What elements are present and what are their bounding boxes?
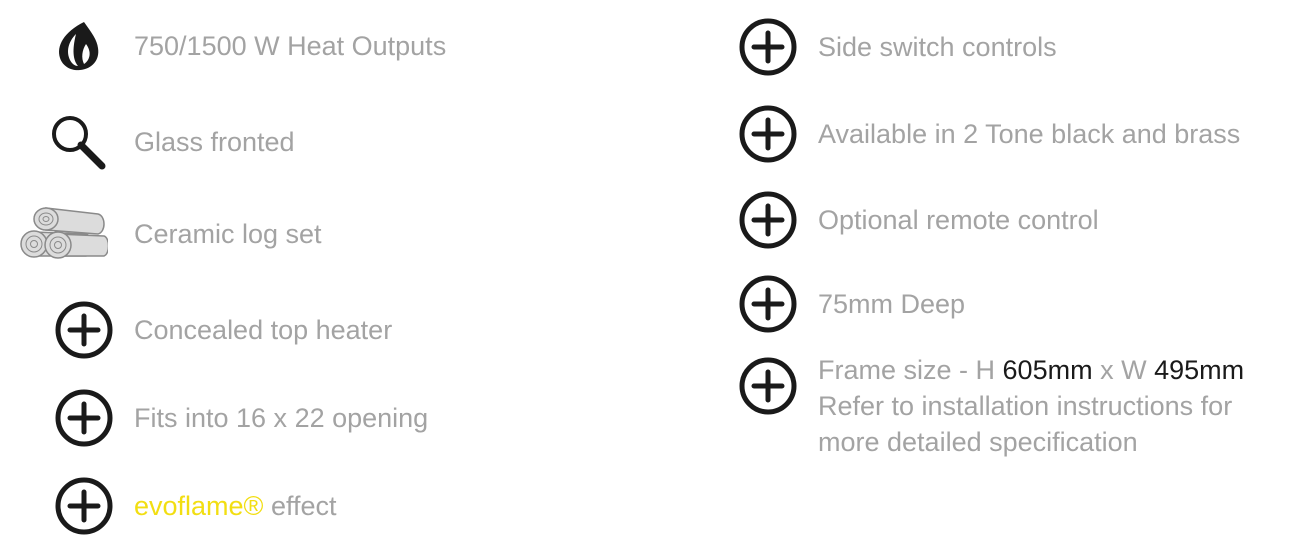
feature-label-rest: effect xyxy=(263,491,337,521)
feature-side-switch: Side switch controls xyxy=(736,15,1057,79)
feature-frame-size: Frame size - H 605mm x W 495mm Refer to … xyxy=(736,352,1244,460)
feature-label: evoflame® effect xyxy=(134,489,337,523)
installation-note-line: more detailed specification xyxy=(818,427,1138,457)
feature-label: Glass fronted xyxy=(134,127,295,157)
feature-depth: 75mm Deep xyxy=(736,272,965,336)
plus-circle-icon xyxy=(52,386,116,450)
feature-label: 75mm Deep xyxy=(818,289,966,319)
frame-height-value: 605mm xyxy=(1002,355,1093,385)
feature-concealed-heater: Concealed top heater xyxy=(52,298,392,362)
frame-size-text: Frame size - H 605mm x W 495mm Refer to … xyxy=(818,352,1244,460)
feature-label: Available in 2 Tone black and brass xyxy=(818,119,1241,149)
flame-icon xyxy=(52,20,104,72)
feature-glass-fronted: Glass fronted xyxy=(48,112,295,172)
feature-evoflame: evoflame® effect xyxy=(52,474,337,538)
logs-icon xyxy=(16,204,108,264)
feature-heat-outputs: 750/1500 W Heat Outputs xyxy=(52,20,446,72)
feature-two-tone: Available in 2 Tone black and brass xyxy=(736,102,1240,166)
feature-opening-size: Fits into 16 x 22 opening xyxy=(52,386,428,450)
feature-label: Side switch controls xyxy=(818,32,1057,62)
plus-circle-icon xyxy=(736,102,800,166)
feature-label: Optional remote control xyxy=(818,205,1099,235)
installation-note-line: Refer to installation instructions for xyxy=(818,391,1233,421)
feature-label: 750/1500 W Heat Outputs xyxy=(134,31,447,61)
plus-circle-icon xyxy=(52,298,116,362)
feature-label: Ceramic log set xyxy=(134,219,322,249)
plus-circle-icon xyxy=(736,354,800,418)
feature-label: Fits into 16 x 22 opening xyxy=(134,403,429,433)
plus-circle-icon xyxy=(52,474,116,538)
feature-remote-control: Optional remote control xyxy=(736,188,1099,252)
frame-size-line: Frame size - H 605mm x W 495mm xyxy=(818,355,1245,385)
frame-width-value: 495mm xyxy=(1154,355,1245,385)
feature-ceramic-logs: Ceramic log set xyxy=(16,204,322,264)
feature-label: Concealed top heater xyxy=(134,315,393,345)
brand-name: evoflame® xyxy=(134,491,264,521)
magnifier-icon xyxy=(48,112,108,172)
plus-circle-icon xyxy=(736,272,800,336)
plus-circle-icon xyxy=(736,15,800,79)
plus-circle-icon xyxy=(736,188,800,252)
